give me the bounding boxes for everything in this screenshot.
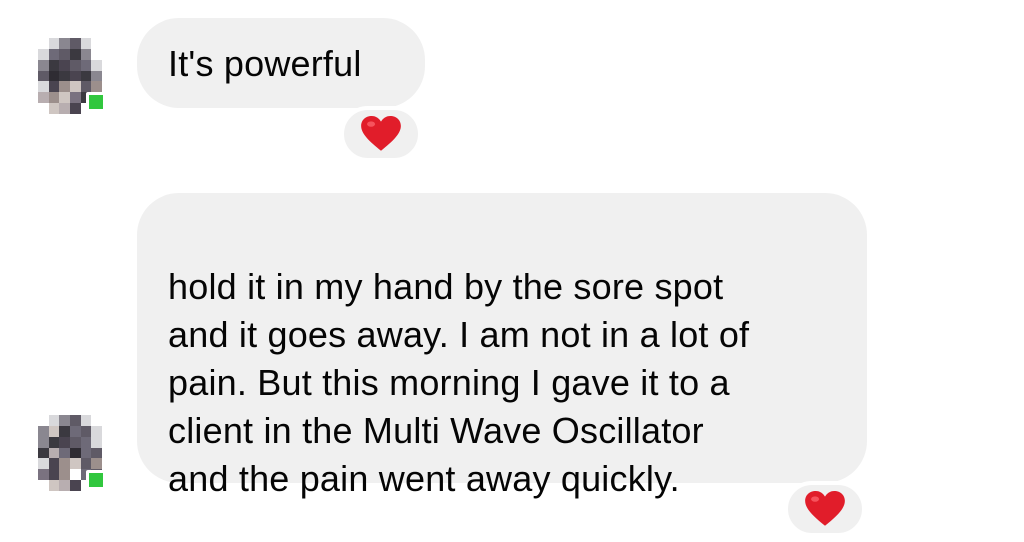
message-text: hold it in my hand by the sore spot and … bbox=[168, 266, 750, 499]
red-heart-icon bbox=[361, 116, 401, 151]
online-status-indicator bbox=[86, 92, 106, 112]
message-bubble[interactable]: It's powerful bbox=[137, 18, 425, 108]
red-heart-icon bbox=[805, 491, 845, 526]
message-bubble[interactable]: hold it in my hand by the sore spot and … bbox=[137, 193, 867, 499]
online-status-indicator bbox=[86, 470, 106, 490]
heart-reaction-badge[interactable] bbox=[784, 481, 866, 537]
message-text: It's powerful bbox=[168, 43, 362, 84]
heart-reaction-badge[interactable] bbox=[340, 106, 422, 162]
